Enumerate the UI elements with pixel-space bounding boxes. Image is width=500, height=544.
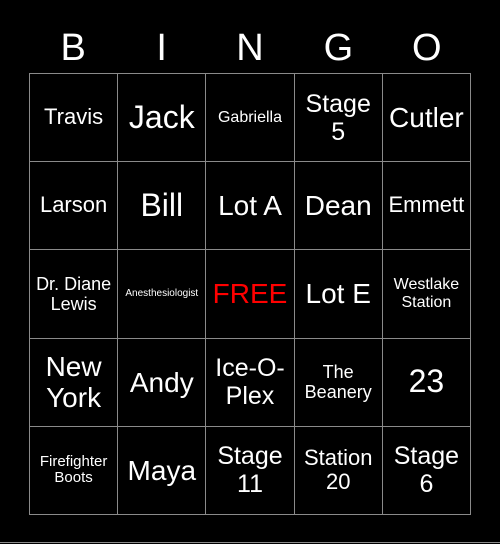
bingo-cell[interactable]: Lot E bbox=[294, 250, 383, 339]
bingo-cell[interactable]: Bill bbox=[118, 162, 207, 251]
header-letter-n: N bbox=[236, 27, 264, 69]
bingo-grid: Travis Jack Gabriella Stage 5 Cutler Lar… bbox=[29, 73, 471, 515]
bingo-cell[interactable]: New York bbox=[30, 338, 119, 427]
bingo-cell[interactable]: Andy bbox=[118, 338, 207, 427]
bingo-cell[interactable]: Anesthesiologist bbox=[118, 250, 207, 339]
bingo-cell[interactable]: Westlake Station bbox=[382, 250, 471, 339]
header-letter-o: O bbox=[412, 27, 442, 69]
bingo-header: B I N G O bbox=[29, 22, 471, 74]
bingo-cell[interactable]: Cutler bbox=[382, 74, 471, 163]
bingo-cell[interactable]: Emmett bbox=[382, 162, 471, 251]
bingo-cell[interactable]: Stage 6 bbox=[382, 426, 471, 515]
footer-divider bbox=[0, 542, 500, 543]
free-space[interactable]: FREE bbox=[206, 250, 295, 339]
bingo-cell[interactable]: Lot A bbox=[206, 162, 295, 251]
header-letter-i: I bbox=[156, 27, 167, 69]
bingo-cell[interactable]: The Beanery bbox=[294, 338, 383, 427]
bingo-cell[interactable]: Gabriella bbox=[206, 74, 295, 163]
header-letter-g: G bbox=[323, 27, 354, 69]
bingo-cell[interactable]: Stage 11 bbox=[206, 426, 295, 515]
bingo-cell[interactable]: Larson bbox=[30, 162, 119, 251]
bingo-cell[interactable]: Ice-O-Plex bbox=[206, 338, 295, 427]
header-letter-b: B bbox=[60, 27, 86, 69]
bingo-cell[interactable]: Travis bbox=[30, 74, 119, 163]
bingo-cell[interactable]: Dean bbox=[294, 162, 383, 251]
bingo-cell[interactable]: Stage 5 bbox=[294, 74, 383, 163]
bingo-cell[interactable]: Jack bbox=[118, 74, 207, 163]
bingo-cell[interactable]: 23 bbox=[382, 338, 471, 427]
bingo-cell[interactable]: Station 20 bbox=[294, 426, 383, 515]
bingo-cell[interactable]: Dr. Diane Lewis bbox=[30, 250, 119, 339]
bingo-cell[interactable]: Maya bbox=[118, 426, 207, 515]
bingo-cell[interactable]: Firefighter Boots bbox=[30, 426, 119, 515]
